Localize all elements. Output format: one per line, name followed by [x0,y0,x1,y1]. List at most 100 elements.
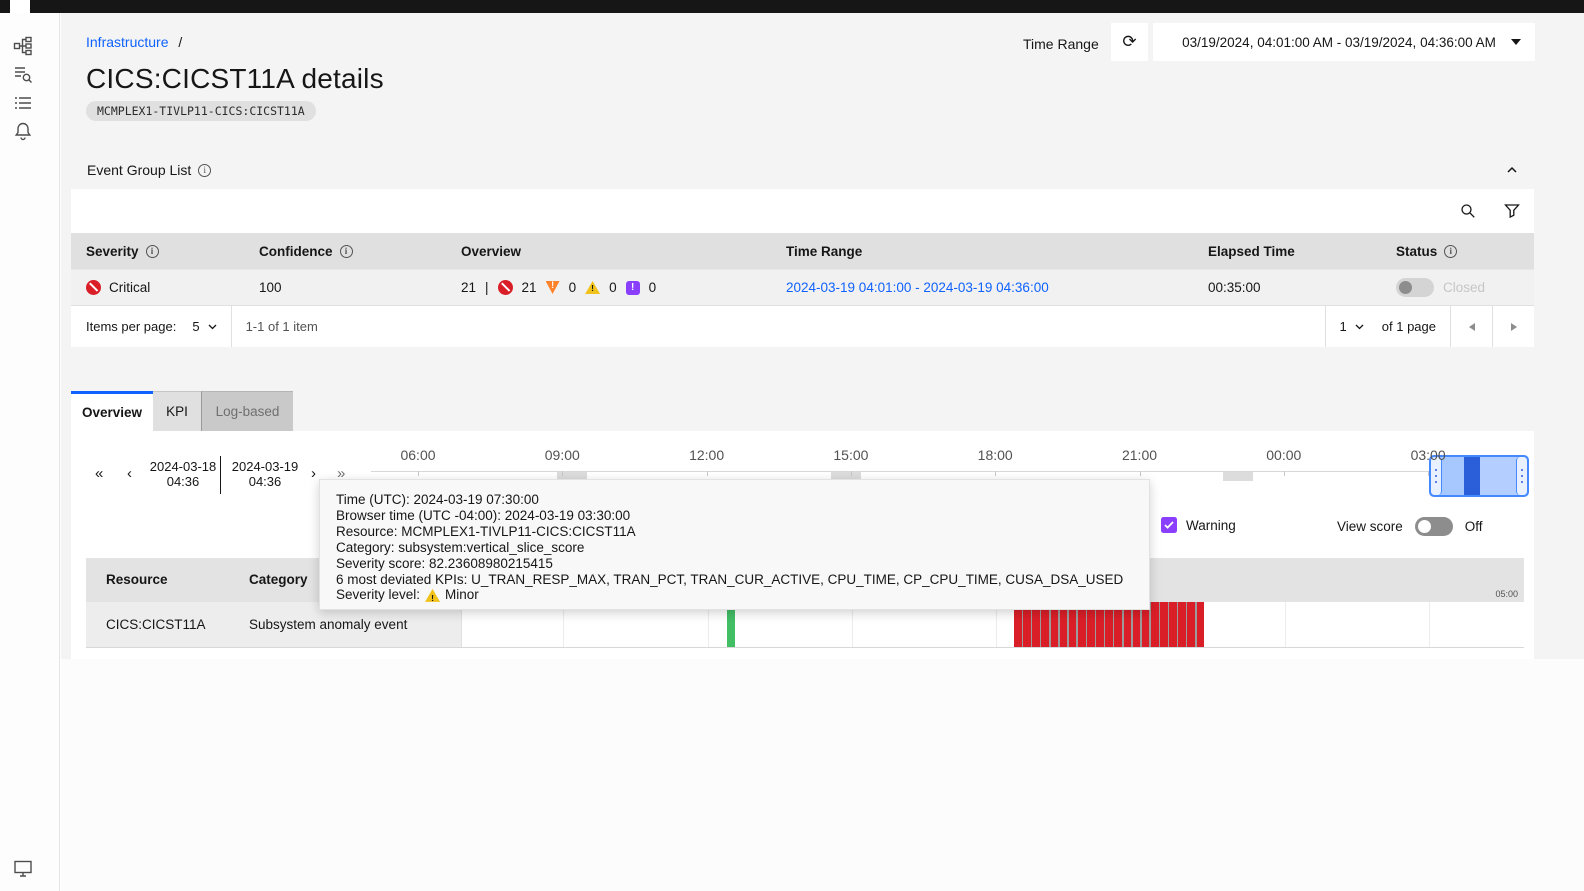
next-page-button[interactable] [1492,306,1534,347]
resource-tag: MCMPLEX1-TIVLP11-CICS:CICST11A [86,101,316,121]
search-list-icon[interactable] [13,64,33,84]
page-select[interactable]: 1 of 1 page [1325,306,1450,347]
status-toggle[interactable] [1396,278,1434,297]
column-header-elapsed-time: Elapsed Time [1208,244,1396,259]
event-table-header: SeverityiConfidenceiOverviewTime RangeEl… [71,233,1534,269]
view-score-toggle[interactable] [1415,517,1453,536]
gridline [1285,602,1286,647]
critical-severity-icon [86,280,101,295]
overview-cell: 21 | 21 0 0 0 [461,280,786,295]
breadcrumb-infrastructure[interactable]: Infrastructure [86,34,168,50]
first-page-arrows-icon[interactable]: « [95,465,102,482]
tooltip-line: Severity score: 82.23608980215415 [336,556,1133,572]
list-icon[interactable] [13,93,33,113]
chevron-down-icon [208,324,217,330]
critical-event-bar[interactable] [1187,602,1195,647]
severity-level-value: Minor [445,587,479,603]
refresh-icon: ⟳ [1122,32,1136,52]
event-group-card: Event Group List i SeverityiConfidenceiO… [71,151,1534,347]
axis-tick-label: 09:00 [545,447,580,463]
critical-event-bar[interactable] [1197,602,1205,647]
confidence-value: 100 [259,280,461,295]
page-total: of 1 page [1382,319,1436,334]
items-per-page-label: Items per page: [86,319,176,334]
gridline [1429,602,1430,647]
screen-icon[interactable] [13,858,33,878]
minimap-mark [1223,472,1253,481]
tab-log-based: Log-based [201,391,293,431]
info-icon[interactable]: i [340,245,353,258]
axis-tick-label: 21:00 [1122,447,1157,463]
view-score-control: View score Off [1337,517,1483,536]
critical-event-bar[interactable] [1169,602,1177,647]
elapsed-time-value: 00:35:00 [1208,280,1396,295]
info-icon[interactable]: i [198,164,211,177]
axis-tick-mark [1284,471,1285,476]
next-day-arrow-icon[interactable]: › [311,465,315,482]
status-label: Closed [1443,280,1485,295]
axis-tick-mark [418,471,419,476]
filter-icon[interactable] [1490,189,1534,233]
axis-tick-label: 03:00 [1411,447,1446,463]
event-table-row[interactable]: Critical 100 21 | 21 0 0 0 2024-03-19 04… [71,269,1534,305]
critical-event-bar[interactable] [1151,602,1159,647]
info-count-icon [626,281,640,295]
column-header-time-range: Time Range [786,244,1208,259]
tooltip-line: Browser time (UTC -04:00): 2024-03-19 03… [336,508,1133,524]
brush-right-handle[interactable] [1516,457,1527,495]
severity-value: Critical [109,280,150,295]
critical-event-bar[interactable] [1178,602,1186,647]
bell-icon[interactable] [13,121,33,141]
axis-tick-mark [707,471,708,476]
items-per-page[interactable]: Items per page: 5 [71,306,232,347]
chevron-down-icon [1355,324,1364,330]
column-header-status: Statusi [1396,244,1534,259]
event-group-title: Event Group List [87,162,191,178]
major-count-icon [546,281,560,294]
axis-tick-mark [1140,471,1141,476]
critical-count: 21 [522,280,537,295]
axis-tick-label: 06:00 [400,447,435,463]
warning-checkbox[interactable] [1161,517,1177,533]
left-sidebar [0,13,60,891]
minor-count: 0 [609,280,617,295]
tab-kpi[interactable]: KPI [153,391,201,431]
axis-tick-mark [995,471,996,476]
prev-page-button[interactable] [1450,306,1492,347]
critical-count-icon [498,280,513,295]
info-icon[interactable]: i [1444,245,1457,258]
warning-label: Warning [1186,518,1236,533]
prev-date-label[interactable]: 2024-03-1804:36 [141,459,225,489]
brush-selected-segment [1464,457,1480,495]
view-score-label: View score [1337,519,1403,534]
next-arrow-icon [1511,323,1517,331]
time-range-selector[interactable]: 03/19/2024, 04:01:00 AM - 03/19/2024, 04… [1153,23,1535,61]
column-header-overview: Overview [461,244,786,259]
axis-tick-label: 15:00 [833,447,868,463]
axis-tick-mark [562,471,563,476]
category-column-header: Category [249,572,308,587]
info-icon[interactable]: i [146,245,159,258]
empty-area [61,659,1584,891]
search-icon[interactable] [1446,189,1490,233]
timeline-panel: « ‹ 2024-03-1804:36 2024-03-1904:36 › » [71,431,1534,659]
pagination-bar: Items per page: 5 1-1 of 1 item 1 of 1 p… [71,305,1534,347]
prev-day-arrow-icon[interactable]: ‹ [127,465,131,482]
overview-separator: | [485,280,489,295]
critical-event-bar[interactable] [1160,602,1168,647]
collapse-chevron-up-icon[interactable] [1506,164,1518,176]
refresh-button[interactable]: ⟳ [1111,23,1148,61]
tab-overview[interactable]: Overview [71,391,153,431]
time-range-value: 03/19/2024, 04:01:00 AM - 03/19/2024, 04… [1167,35,1511,50]
topology-icon[interactable] [13,36,33,56]
event-group-header: Event Group List i [71,151,1534,189]
app-window: Infrastructure / CICS:CICST11A details M… [0,0,1584,891]
items-per-page-value: 5 [192,319,199,334]
chevron-down-icon [1511,39,1521,45]
column-header-severity: Severityi [86,244,259,259]
event-time-range-link[interactable]: 2024-03-19 04:01:00 - 2024-03-19 04:36:0… [786,280,1208,295]
next-date-label[interactable]: 2024-03-1904:36 [223,459,307,489]
tab-bar: OverviewKPILog-based [71,391,293,431]
axis-tick-mark [1428,471,1429,476]
major-count: 0 [569,280,577,295]
